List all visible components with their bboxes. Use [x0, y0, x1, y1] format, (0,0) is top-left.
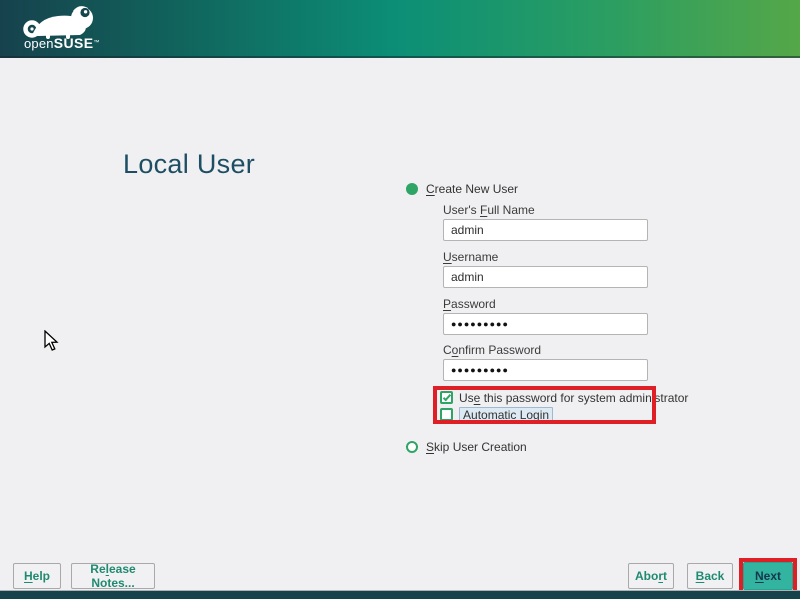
- radio-skip-user-creation-label: Skip User Creation: [426, 440, 527, 454]
- full-name-label: User's Full Name: [443, 203, 535, 217]
- confirm-password-label: Confirm Password: [443, 343, 541, 357]
- chameleon-icon: [22, 3, 102, 39]
- installer-window: openSUSE™ Local User Create New User Use…: [0, 0, 800, 599]
- annotation-highlight-checkboxes: [433, 386, 656, 424]
- back-button[interactable]: Back: [687, 563, 733, 589]
- confirm-password-input[interactable]: [443, 359, 648, 381]
- page-title: Local User: [123, 149, 255, 180]
- release-notes-button[interactable]: Release Notes...: [71, 563, 155, 589]
- logo-trademark: ™: [93, 40, 99, 46]
- full-name-input[interactable]: [443, 219, 648, 241]
- radio-create-new-user[interactable]: Create New User: [406, 182, 518, 196]
- help-button[interactable]: Help: [13, 563, 61, 589]
- radio-unselected-icon[interactable]: [406, 441, 418, 453]
- logo-open-text: open: [24, 36, 54, 51]
- opensuse-logo-text: openSUSE™: [24, 36, 99, 51]
- password-input[interactable]: [443, 313, 648, 335]
- username-label: Username: [443, 250, 498, 264]
- header-bar: openSUSE™: [0, 0, 800, 58]
- radio-selected-icon[interactable]: [406, 183, 418, 195]
- bottom-status-strip: [0, 590, 800, 599]
- password-label: Password: [443, 297, 496, 311]
- annotation-highlight-next: [739, 558, 797, 594]
- username-input[interactable]: [443, 266, 648, 288]
- logo-suse-text: SUSE: [54, 35, 94, 51]
- abort-button[interactable]: Abort: [628, 563, 674, 589]
- radio-create-new-user-label: Create New User: [426, 182, 518, 196]
- mouse-cursor-icon: [44, 330, 60, 352]
- radio-skip-user-creation[interactable]: Skip User Creation: [406, 440, 527, 454]
